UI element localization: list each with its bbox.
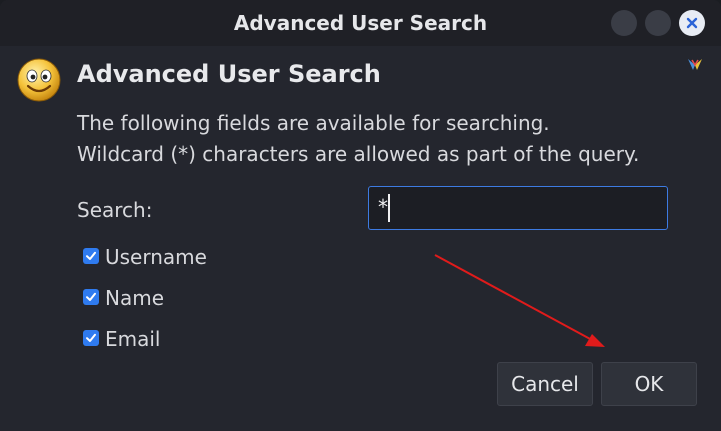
- email-checkbox[interactable]: [83, 330, 99, 346]
- dialog-heading: Advanced User Search: [77, 60, 381, 88]
- minimize-button[interactable]: [611, 10, 637, 36]
- checkmark-icon: [86, 292, 96, 301]
- help-icon[interactable]: [686, 57, 704, 73]
- name-label[interactable]: Name: [105, 286, 164, 310]
- title-bar[interactable]: Advanced User Search: [0, 0, 721, 46]
- search-input-value: *: [378, 195, 388, 219]
- search-label: Search:: [77, 198, 153, 222]
- checkmark-icon: [86, 251, 96, 260]
- ok-button[interactable]: OK: [601, 362, 697, 406]
- email-label[interactable]: Email: [105, 327, 161, 351]
- text-caret: [388, 194, 390, 222]
- close-button[interactable]: [679, 10, 705, 36]
- maximize-button[interactable]: [645, 10, 671, 36]
- description-line-1: The following fields are available for s…: [77, 111, 550, 135]
- dialog-window: Advanced User Search Advanced User Searc…: [0, 0, 721, 431]
- search-input[interactable]: *: [368, 186, 668, 230]
- close-icon: [686, 17, 698, 29]
- cancel-button[interactable]: Cancel: [497, 362, 593, 406]
- smiley-face-icon: [17, 58, 61, 102]
- checkmark-icon: [86, 333, 96, 342]
- description-line-2: Wildcard (*) characters are allowed as p…: [77, 142, 640, 166]
- name-checkbox[interactable]: [83, 289, 99, 305]
- username-label[interactable]: Username: [105, 245, 207, 269]
- username-checkbox[interactable]: [83, 248, 99, 264]
